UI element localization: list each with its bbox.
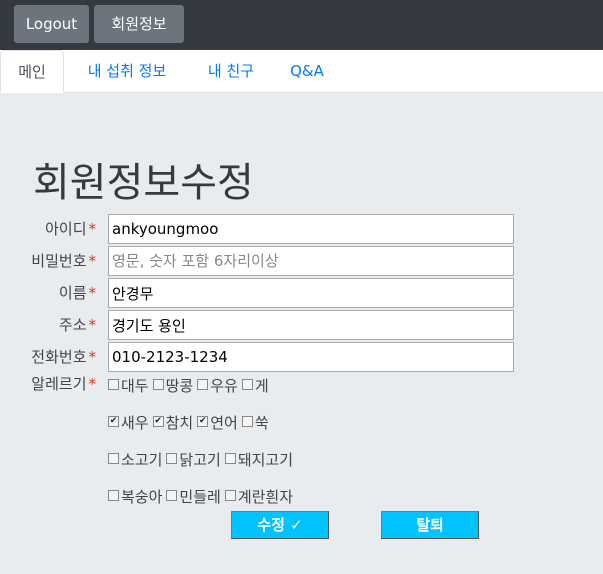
- member-info-button[interactable]: 회원정보: [94, 5, 184, 43]
- allergy-option-label: 돼지고기: [237, 451, 294, 469]
- allergy-option: 쑥: [241, 412, 269, 433]
- password-label: 비밀번호 *: [31, 252, 96, 270]
- allergy-option: 돼지고기: [224, 449, 294, 470]
- allergy-option: 계란흰자: [224, 486, 294, 507]
- allergy-checkbox[interactable]: [224, 490, 236, 501]
- allergy-checkbox[interactable]: [197, 416, 209, 427]
- withdraw-button[interactable]: 탈퇴: [381, 511, 479, 539]
- allergy-option-label: 게: [254, 377, 269, 395]
- allergy-checkbox[interactable]: [108, 490, 119, 501]
- allergy-option-label: 우유: [210, 377, 238, 395]
- tab-my-friends[interactable]: 내 친구: [196, 50, 266, 92]
- allergy-checkbox[interactable]: [166, 490, 178, 501]
- submit-edit-button[interactable]: 수정 ✓: [231, 511, 329, 539]
- allergy-option: 복숭아: [108, 486, 162, 507]
- allergy-option-label: 민들레: [179, 488, 221, 506]
- address-label: 주소 *: [58, 316, 96, 334]
- allergy-checkbox[interactable]: [197, 379, 209, 390]
- allergy-checkbox[interactable]: [108, 453, 119, 464]
- allergy-checkbox[interactable]: [108, 416, 119, 427]
- allergy-checkbox[interactable]: [152, 379, 164, 390]
- allergy-checkbox[interactable]: [166, 453, 178, 464]
- allergy-option-label: 새우: [121, 414, 149, 432]
- name-field[interactable]: [108, 278, 514, 308]
- logout-button[interactable]: Logout: [14, 5, 89, 43]
- allergy-option: 민들레: [166, 486, 221, 507]
- allergy-option: 참치: [152, 412, 194, 433]
- allergy-checkbox[interactable]: [241, 379, 253, 390]
- allergy-checkbox[interactable]: [224, 453, 236, 464]
- address-field[interactable]: [108, 310, 514, 340]
- allergy-row: 소고기 닭고기 돼지고기: [108, 449, 297, 469]
- allergy-option: 우유: [197, 375, 238, 396]
- allergy-option: 새우: [108, 412, 149, 433]
- tab-bar: 메인 내 섭취 정보 내 친구 Q&A: [0, 50, 603, 93]
- allergy-option-label: 계란흰자: [237, 488, 294, 506]
- allergy-option: 소고기: [108, 449, 162, 470]
- allergy-option: 연어: [197, 412, 238, 433]
- top-navbar: Logout 회원정보: [0, 0, 603, 50]
- allergy-option-label: 복숭아: [121, 488, 163, 506]
- allergy-row: 복숭아 민들레 계란흰자: [108, 486, 297, 506]
- id-field[interactable]: [108, 214, 514, 244]
- allergy-option-label: 쑥: [254, 414, 269, 432]
- allergy-option: 닭고기: [166, 449, 221, 470]
- password-field[interactable]: [108, 246, 514, 276]
- phone-field[interactable]: [108, 342, 514, 372]
- allergy-option-label: 참치: [165, 414, 194, 432]
- tab-my-intake-info[interactable]: 내 섭취 정보: [75, 50, 179, 92]
- allergy-checkbox[interactable]: [108, 379, 119, 390]
- allergy-option-label: 연어: [210, 414, 238, 432]
- allergy-option-label: 소고기: [121, 451, 163, 469]
- allergy-option: 땅콩: [152, 375, 194, 396]
- id-label: 아이디 *: [45, 220, 96, 238]
- allergy-option-label: 대두: [121, 377, 149, 395]
- allergy-label: 알레르기 *: [31, 375, 96, 393]
- allergy-option: 대두: [108, 375, 149, 396]
- allergy-checkbox[interactable]: [152, 416, 164, 427]
- allergy-row: 대두 땅콩 우유 게: [108, 375, 273, 395]
- page-title: 회원정보수정: [33, 160, 254, 206]
- tab-qna[interactable]: Q&A: [281, 50, 333, 92]
- tab-main[interactable]: 메인: [0, 50, 64, 93]
- allergy-row: 새우 참치 연어 쑥: [108, 412, 273, 432]
- allergy-checkbox[interactable]: [241, 416, 253, 427]
- allergy-option-label: 땅콩: [165, 377, 194, 395]
- name-label: 이름 *: [58, 284, 96, 302]
- allergy-option-label: 닭고기: [179, 451, 221, 469]
- allergy-option: 게: [241, 375, 269, 396]
